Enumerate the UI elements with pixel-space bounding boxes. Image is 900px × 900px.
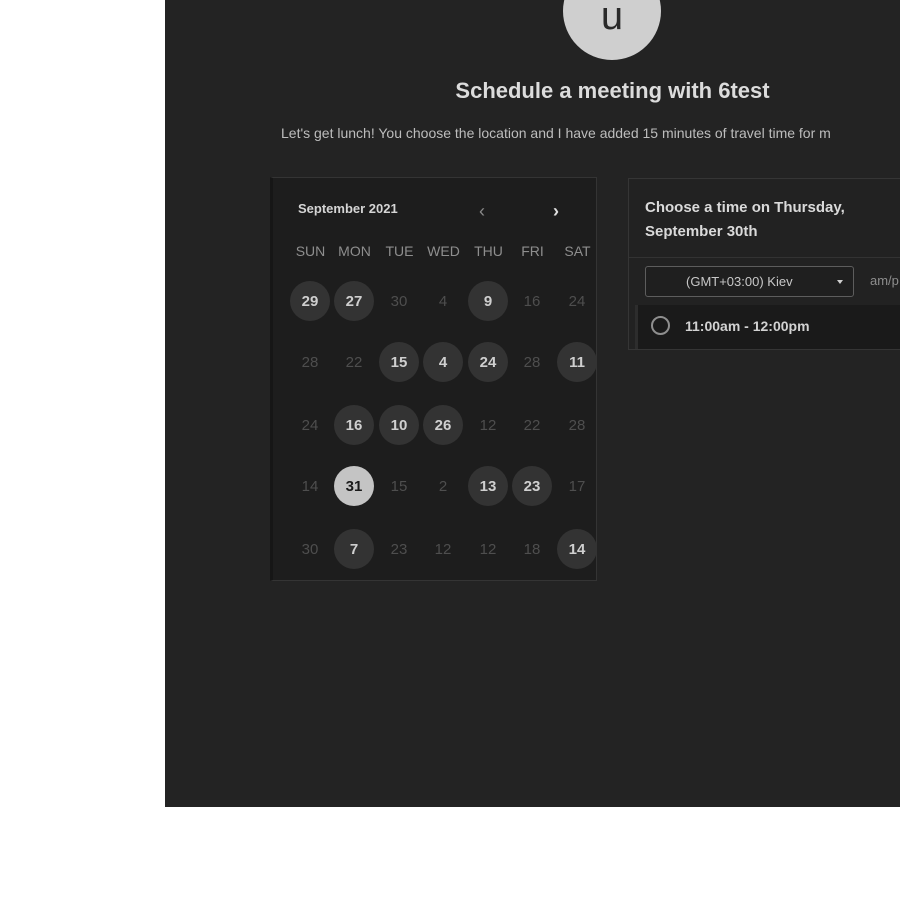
calendar-day-available[interactable]: 23 [512,466,552,506]
calendar-day: 17 [568,477,586,495]
timezone-select[interactable]: (GMT+03:00) Kiev [645,266,854,297]
weekday-label: SUN [295,243,326,259]
calendar-day-available[interactable]: 14 [557,529,597,569]
calendar-day: 2 [438,477,448,495]
calendar-month-label: September 2021 [298,201,398,216]
chevron-left-icon[interactable]: ‹ [471,200,493,222]
calendar-day: 16 [523,292,541,310]
avatar-letter: u [600,0,624,38]
calendar-day-available[interactable]: 11 [557,342,597,382]
weekday-label: SAT [564,243,591,259]
calendar-day: 28 [301,353,319,371]
time-picker-heading: Choose a time on Thursday, September 30t… [645,199,845,240]
time-slot[interactable]: 11:00am - 12:00pm [635,305,900,349]
timezone-value: (GMT+03:00) Kiev [686,274,793,289]
calendar-day-available[interactable]: 26 [423,405,463,445]
time-slot-label: 11:00am - 12:00pm [685,318,810,334]
calendar-day: 12 [479,416,497,434]
calendar-day-available[interactable]: 16 [334,405,374,445]
calendar-day: 24 [301,416,319,434]
calendar-day: 28 [523,353,541,371]
time-format-toggle[interactable]: am/p [870,273,899,288]
weekday-label: MON [338,243,371,259]
calendar-day-available[interactable]: 15 [379,342,419,382]
calendar: September 2021 ‹ › SUN MON TUE WED THU FRI SAT… [270,177,597,581]
time-picker: Choose a time on Thursday, September 30t… [628,178,900,350]
calendar-day-available[interactable]: 24 [468,342,508,382]
calendar-day: 12 [434,540,452,558]
calendar-day: 14 [301,477,319,495]
calendar-day-available[interactable]: 7 [334,529,374,569]
calendar-day-available[interactable]: 29 [290,281,330,321]
calendar-day-available[interactable]: 13 [468,466,508,506]
weekday-label: TUE [385,243,414,259]
page-title: Schedule a meeting with 6test [455,78,770,103]
calendar-day-available[interactable]: 4 [423,342,463,382]
radio-button[interactable] [651,316,670,335]
calendar-day-available[interactable]: 27 [334,281,374,321]
calendar-day: 12 [479,540,497,558]
calendar-day: 18 [523,540,541,558]
weekday-label: FRI [521,243,544,259]
scheduler-panel: u Schedule a meeting with 6test Let's ge… [165,0,900,807]
caret-down-icon [837,280,843,284]
calendar-day-available[interactable]: 10 [379,405,419,445]
calendar-day: 22 [345,353,363,371]
weekday-label: WED [427,243,460,259]
calendar-day-selected[interactable]: 31 [334,466,374,506]
calendar-day: 15 [390,477,408,495]
calendar-day: 28 [568,416,586,434]
weekday-label: THU [474,243,503,259]
calendar-day: 30 [301,540,319,558]
calendar-day-available[interactable]: 9 [468,281,508,321]
calendar-day: 24 [568,292,586,310]
calendar-day: 22 [523,416,541,434]
meeting-description: Let's get lunch! You choose the location… [281,125,831,141]
avatar: u [563,0,661,60]
chevron-right-icon[interactable]: › [545,200,567,222]
calendar-day: 23 [390,540,408,558]
divider [629,257,900,258]
calendar-day: 4 [438,292,448,310]
calendar-day: 30 [390,292,408,310]
